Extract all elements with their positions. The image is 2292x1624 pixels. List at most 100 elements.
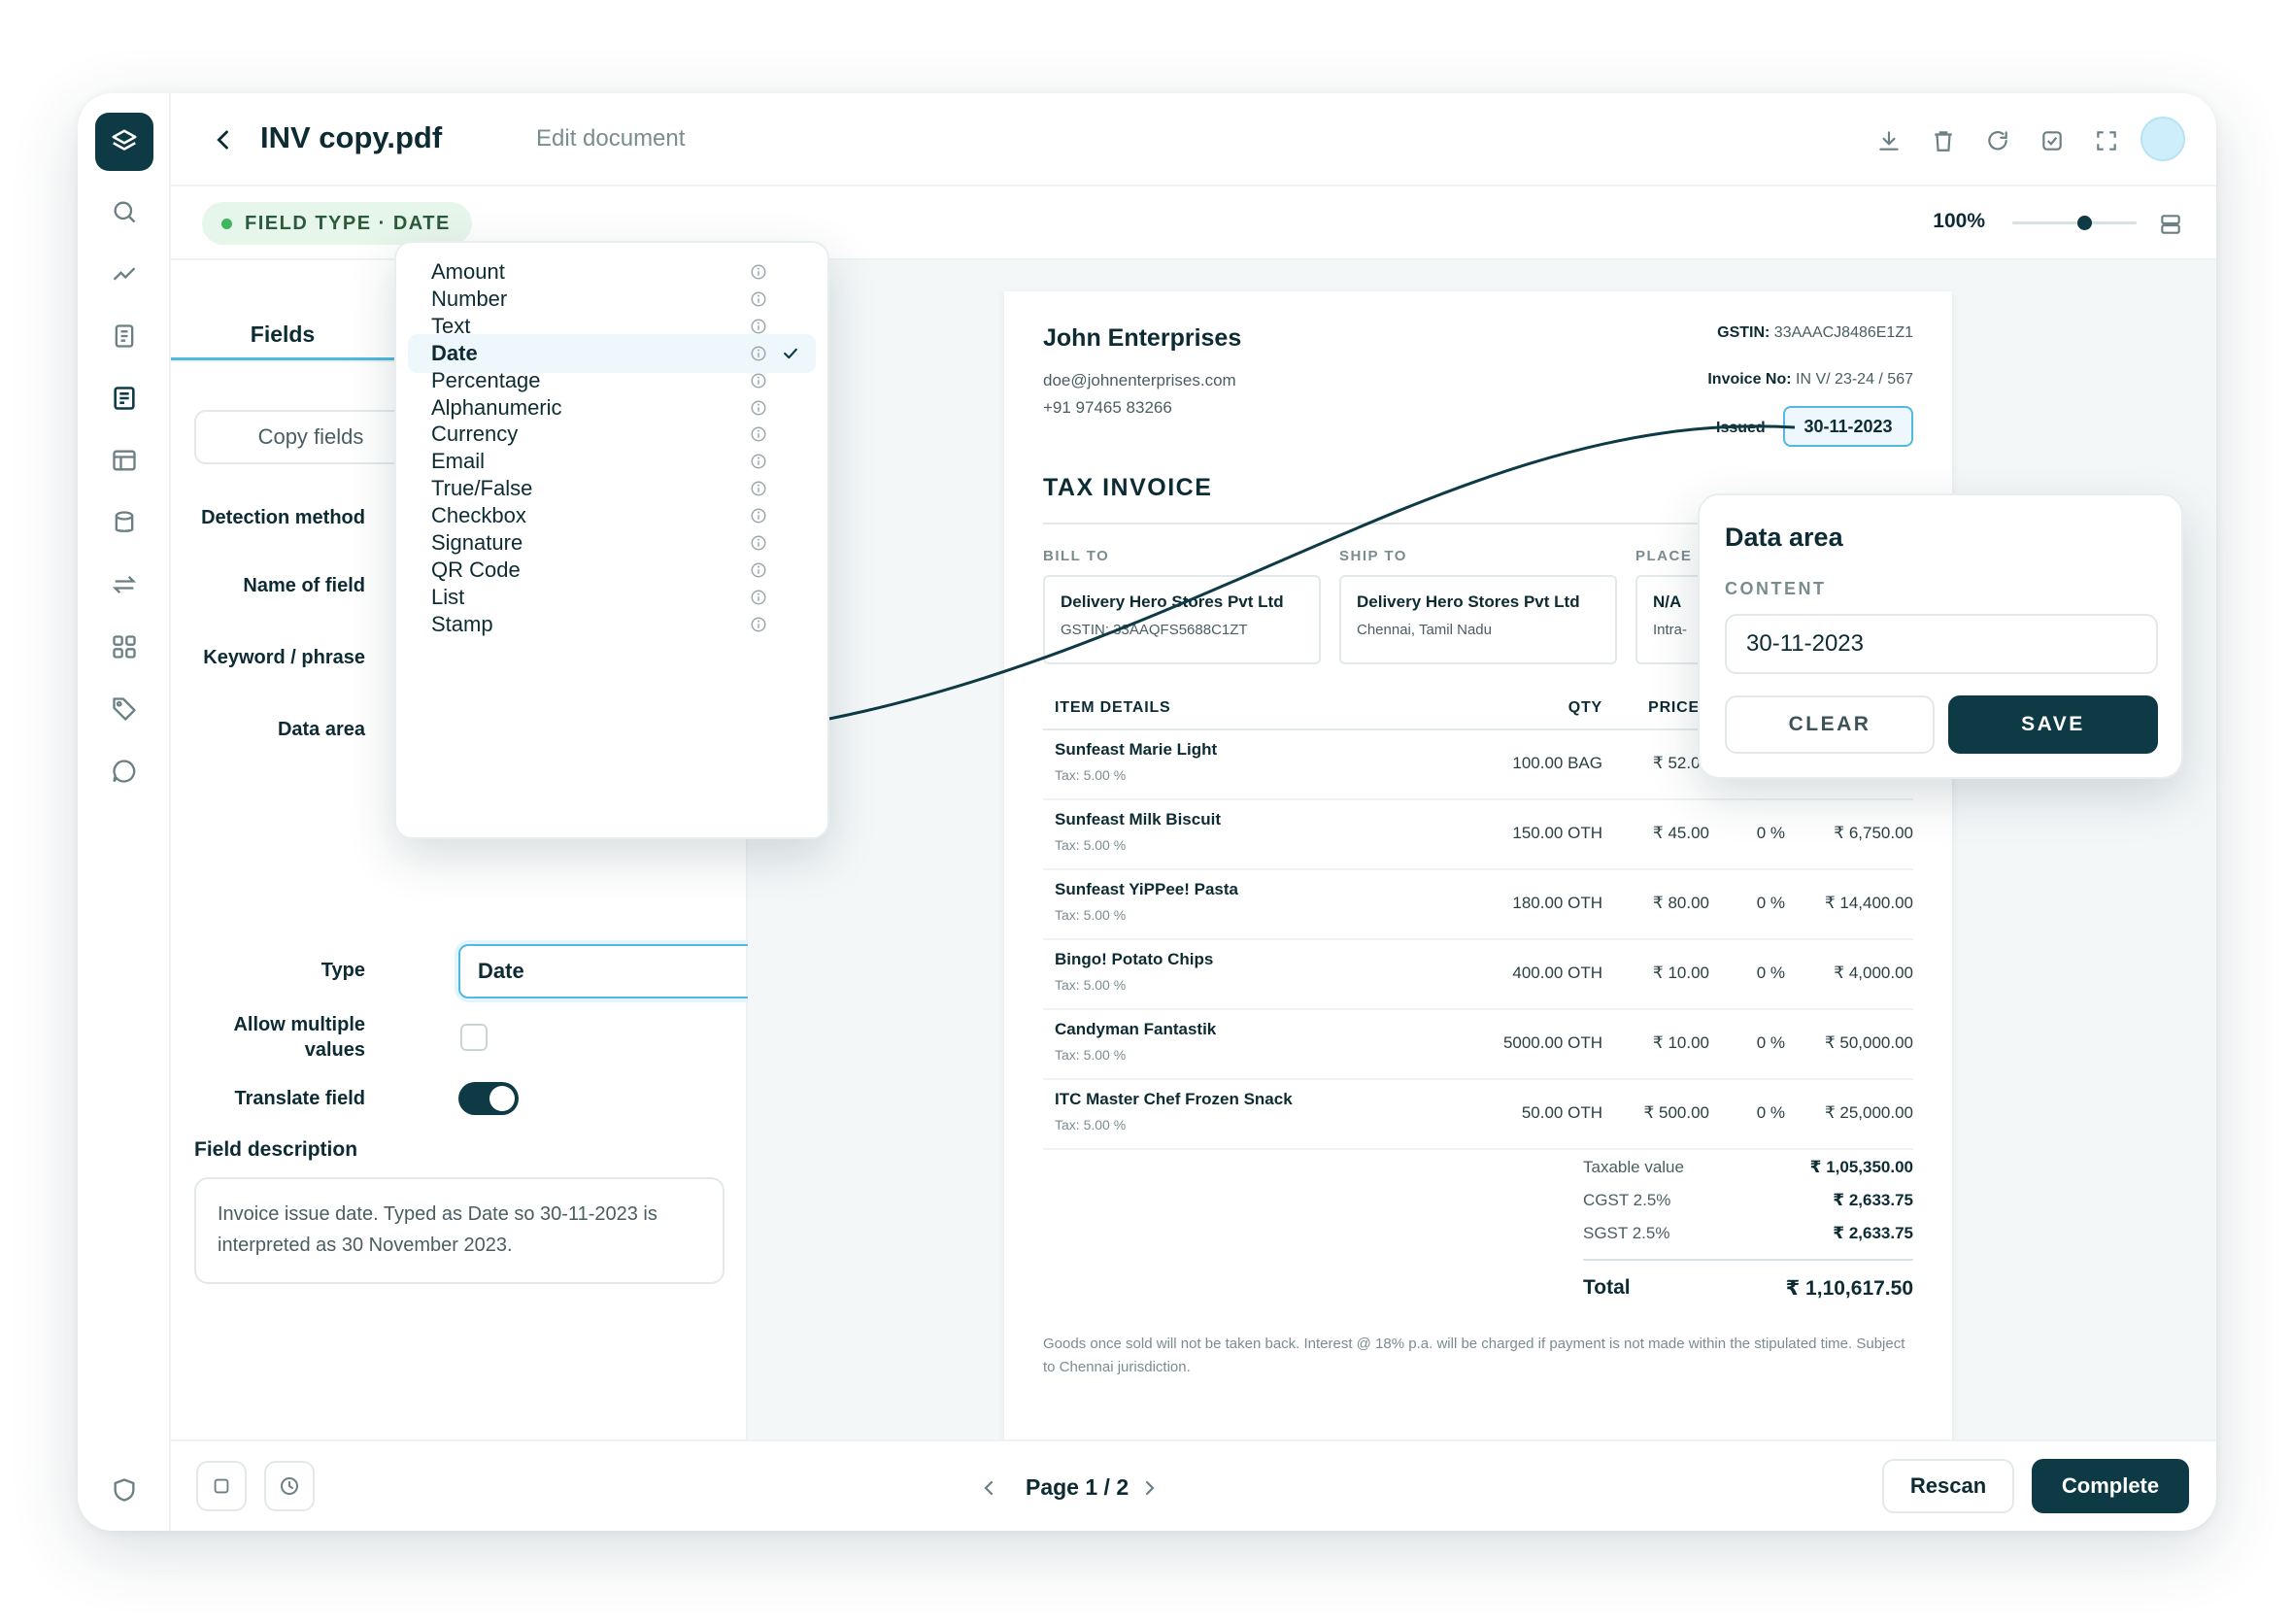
ship-to-detail: Chennai, Tamil Nadu [1357, 622, 1492, 638]
trash-icon[interactable] [1927, 124, 1960, 157]
refresh-icon[interactable] [1981, 124, 2014, 157]
item-price: ₹ 10.00 [1652, 964, 1709, 982]
bill-to-detail: GSTIN: 33AAQFS5688C1ZT [1061, 622, 1248, 638]
allow-multiple-label: Allow multiple values [233, 1014, 365, 1061]
form-icon[interactable] [99, 373, 150, 423]
item-qty: 50.00 OTH [1521, 1103, 1602, 1122]
gstin-label: GSTIN: [1717, 324, 1770, 341]
item-discount: 0 % [1756, 964, 1785, 982]
zoom-label: 100% [1933, 210, 1985, 232]
info-icon[interactable] [750, 263, 767, 281]
table-row: ITC Master Chef Frozen Snack Tax: 5.00 % 5… [1043, 1080, 1913, 1150]
grand-total-value: ₹ 1,10,617.50 [1785, 1277, 1913, 1300]
sgst-value: ₹ 2,633.75 [1833, 1224, 1913, 1242]
info-icon[interactable] [750, 453, 767, 470]
layout-icon[interactable] [107, 443, 142, 478]
rescan-button[interactable]: Rescan [1882, 1459, 2014, 1513]
info-icon[interactable] [750, 399, 767, 417]
allow-multiple-checkbox[interactable] [460, 1024, 488, 1051]
item-tax: Tax: 5.00 % [1055, 1117, 1127, 1133]
info-icon[interactable] [750, 507, 767, 524]
info-icon[interactable] [750, 534, 767, 552]
info-icon[interactable] [750, 480, 767, 497]
swap-icon[interactable] [107, 567, 142, 602]
check-icon [784, 348, 797, 358]
invoice-no-label: Invoice No: [1707, 371, 1792, 388]
translate-label: Translate field [234, 1088, 366, 1109]
keyword-label: Keyword / phrase [203, 647, 365, 668]
company-phone: +91 97465 83266 [1043, 398, 1172, 417]
info-icon[interactable] [750, 425, 767, 443]
place-label: PLACE [1635, 548, 1693, 564]
info-icon[interactable] [750, 589, 767, 606]
item-qty: 100.00 BAG [1512, 754, 1602, 772]
document-viewer: John Enterprises doe@johnenterprises.com… [748, 260, 2216, 1445]
tag-icon[interactable] [107, 692, 142, 727]
invoice-no-line: Invoice No: IN V/ 23-24 / 567 [1707, 371, 1913, 389]
info-icon[interactable] [750, 561, 767, 579]
chat-icon[interactable] [107, 754, 142, 789]
data-area-popover: Data area CONTENT 30-11-2023 CLEAR SAVE [1698, 493, 2183, 779]
item-price: ₹ 500.00 [1643, 1103, 1709, 1122]
item-qty: 5000.00 OTH [1502, 1033, 1602, 1052]
info-icon[interactable] [750, 290, 767, 308]
left-rail [78, 93, 171, 1531]
item-price: ₹ 45.00 [1652, 824, 1709, 842]
search-icon[interactable] [107, 194, 142, 229]
avatar[interactable] [2140, 117, 2185, 161]
item-tax: Tax: 5.00 % [1055, 837, 1127, 853]
sgst-label: SGST 2.5% [1583, 1224, 1670, 1242]
info-icon[interactable] [750, 345, 767, 362]
database-icon[interactable] [107, 505, 142, 540]
copy-fields-button[interactable]: Copy fields [194, 410, 427, 464]
tab-fields[interactable]: Fields [171, 307, 394, 361]
back-icon[interactable] [206, 122, 241, 157]
rows-layout-icon[interactable] [2154, 208, 2187, 241]
item-price: ₹ 52.00 [1652, 754, 1709, 772]
shield-icon[interactable] [107, 1472, 142, 1507]
description-textarea[interactable]: Invoice issue date. Typed as Date so 30-… [194, 1177, 725, 1284]
item-discount: 0 % [1756, 894, 1785, 912]
invoice-no-value: IN V/ 23-24 / 567 [1796, 371, 1913, 388]
ship-to-name: Delivery Hero Stores Pvt Ltd [1357, 592, 1580, 611]
select-square-icon[interactable] [196, 1461, 247, 1511]
chevron-right-icon[interactable] [1138, 1476, 1162, 1500]
save-button[interactable]: SAVE [1948, 695, 2158, 754]
item-amount: ₹ 6,750.00 [1834, 824, 1913, 842]
gstin-value: 33AAACJ8486E1Z1 [1773, 324, 1913, 341]
dropdown-option-stamp[interactable]: Stamp [408, 605, 816, 644]
download-icon[interactable] [1872, 124, 1905, 157]
translate-toggle[interactable] [458, 1082, 519, 1115]
taxable-value: ₹ 1,05,350.00 [1809, 1158, 1913, 1176]
layers-icon[interactable] [95, 113, 153, 171]
trend-icon[interactable] [107, 256, 142, 291]
item-name: Candyman Fantastik [1055, 1020, 1217, 1038]
item-tax: Tax: 5.00 % [1055, 1047, 1127, 1063]
page-indicator: Page 1 / 2 [1026, 1474, 1129, 1500]
content-input[interactable]: 30-11-2023 [1725, 614, 2158, 674]
clear-button[interactable]: CLEAR [1725, 695, 1935, 754]
item-tax: Tax: 5.00 % [1055, 977, 1127, 993]
zoom-slider[interactable] [2012, 216, 2137, 230]
zoom-slider-knob[interactable] [2076, 216, 2092, 230]
info-icon[interactable] [750, 616, 767, 633]
fullscreen-icon[interactable] [2090, 124, 2123, 157]
invoice-page: John Enterprises doe@johnenterprises.com… [1004, 291, 1952, 1445]
chevron-left-icon[interactable] [977, 1476, 1000, 1500]
issued-date-highlight[interactable]: 30-11-2023 [1783, 406, 1913, 447]
history-icon[interactable] [264, 1461, 315, 1511]
grid-icon[interactable] [107, 629, 142, 664]
complete-button[interactable]: Complete [2032, 1459, 2189, 1513]
document-icon[interactable] [107, 319, 142, 354]
data-area-label: Data area [277, 719, 365, 740]
bill-to-box: Delivery Hero Stores Pvt Ltd GSTIN: 33AA… [1043, 575, 1321, 664]
info-icon[interactable] [750, 318, 767, 335]
item-price: ₹ 80.00 [1652, 894, 1709, 912]
popover-title: Data area [1725, 523, 1843, 552]
company-email: doe@johnenterprises.com [1043, 371, 1236, 389]
info-icon[interactable] [750, 372, 767, 389]
issued-label: Issued [1716, 420, 1766, 436]
check-square-icon[interactable] [2036, 124, 2069, 157]
bill-to-label: BILL TO [1043, 548, 1110, 564]
item-discount: 0 % [1756, 1033, 1785, 1052]
